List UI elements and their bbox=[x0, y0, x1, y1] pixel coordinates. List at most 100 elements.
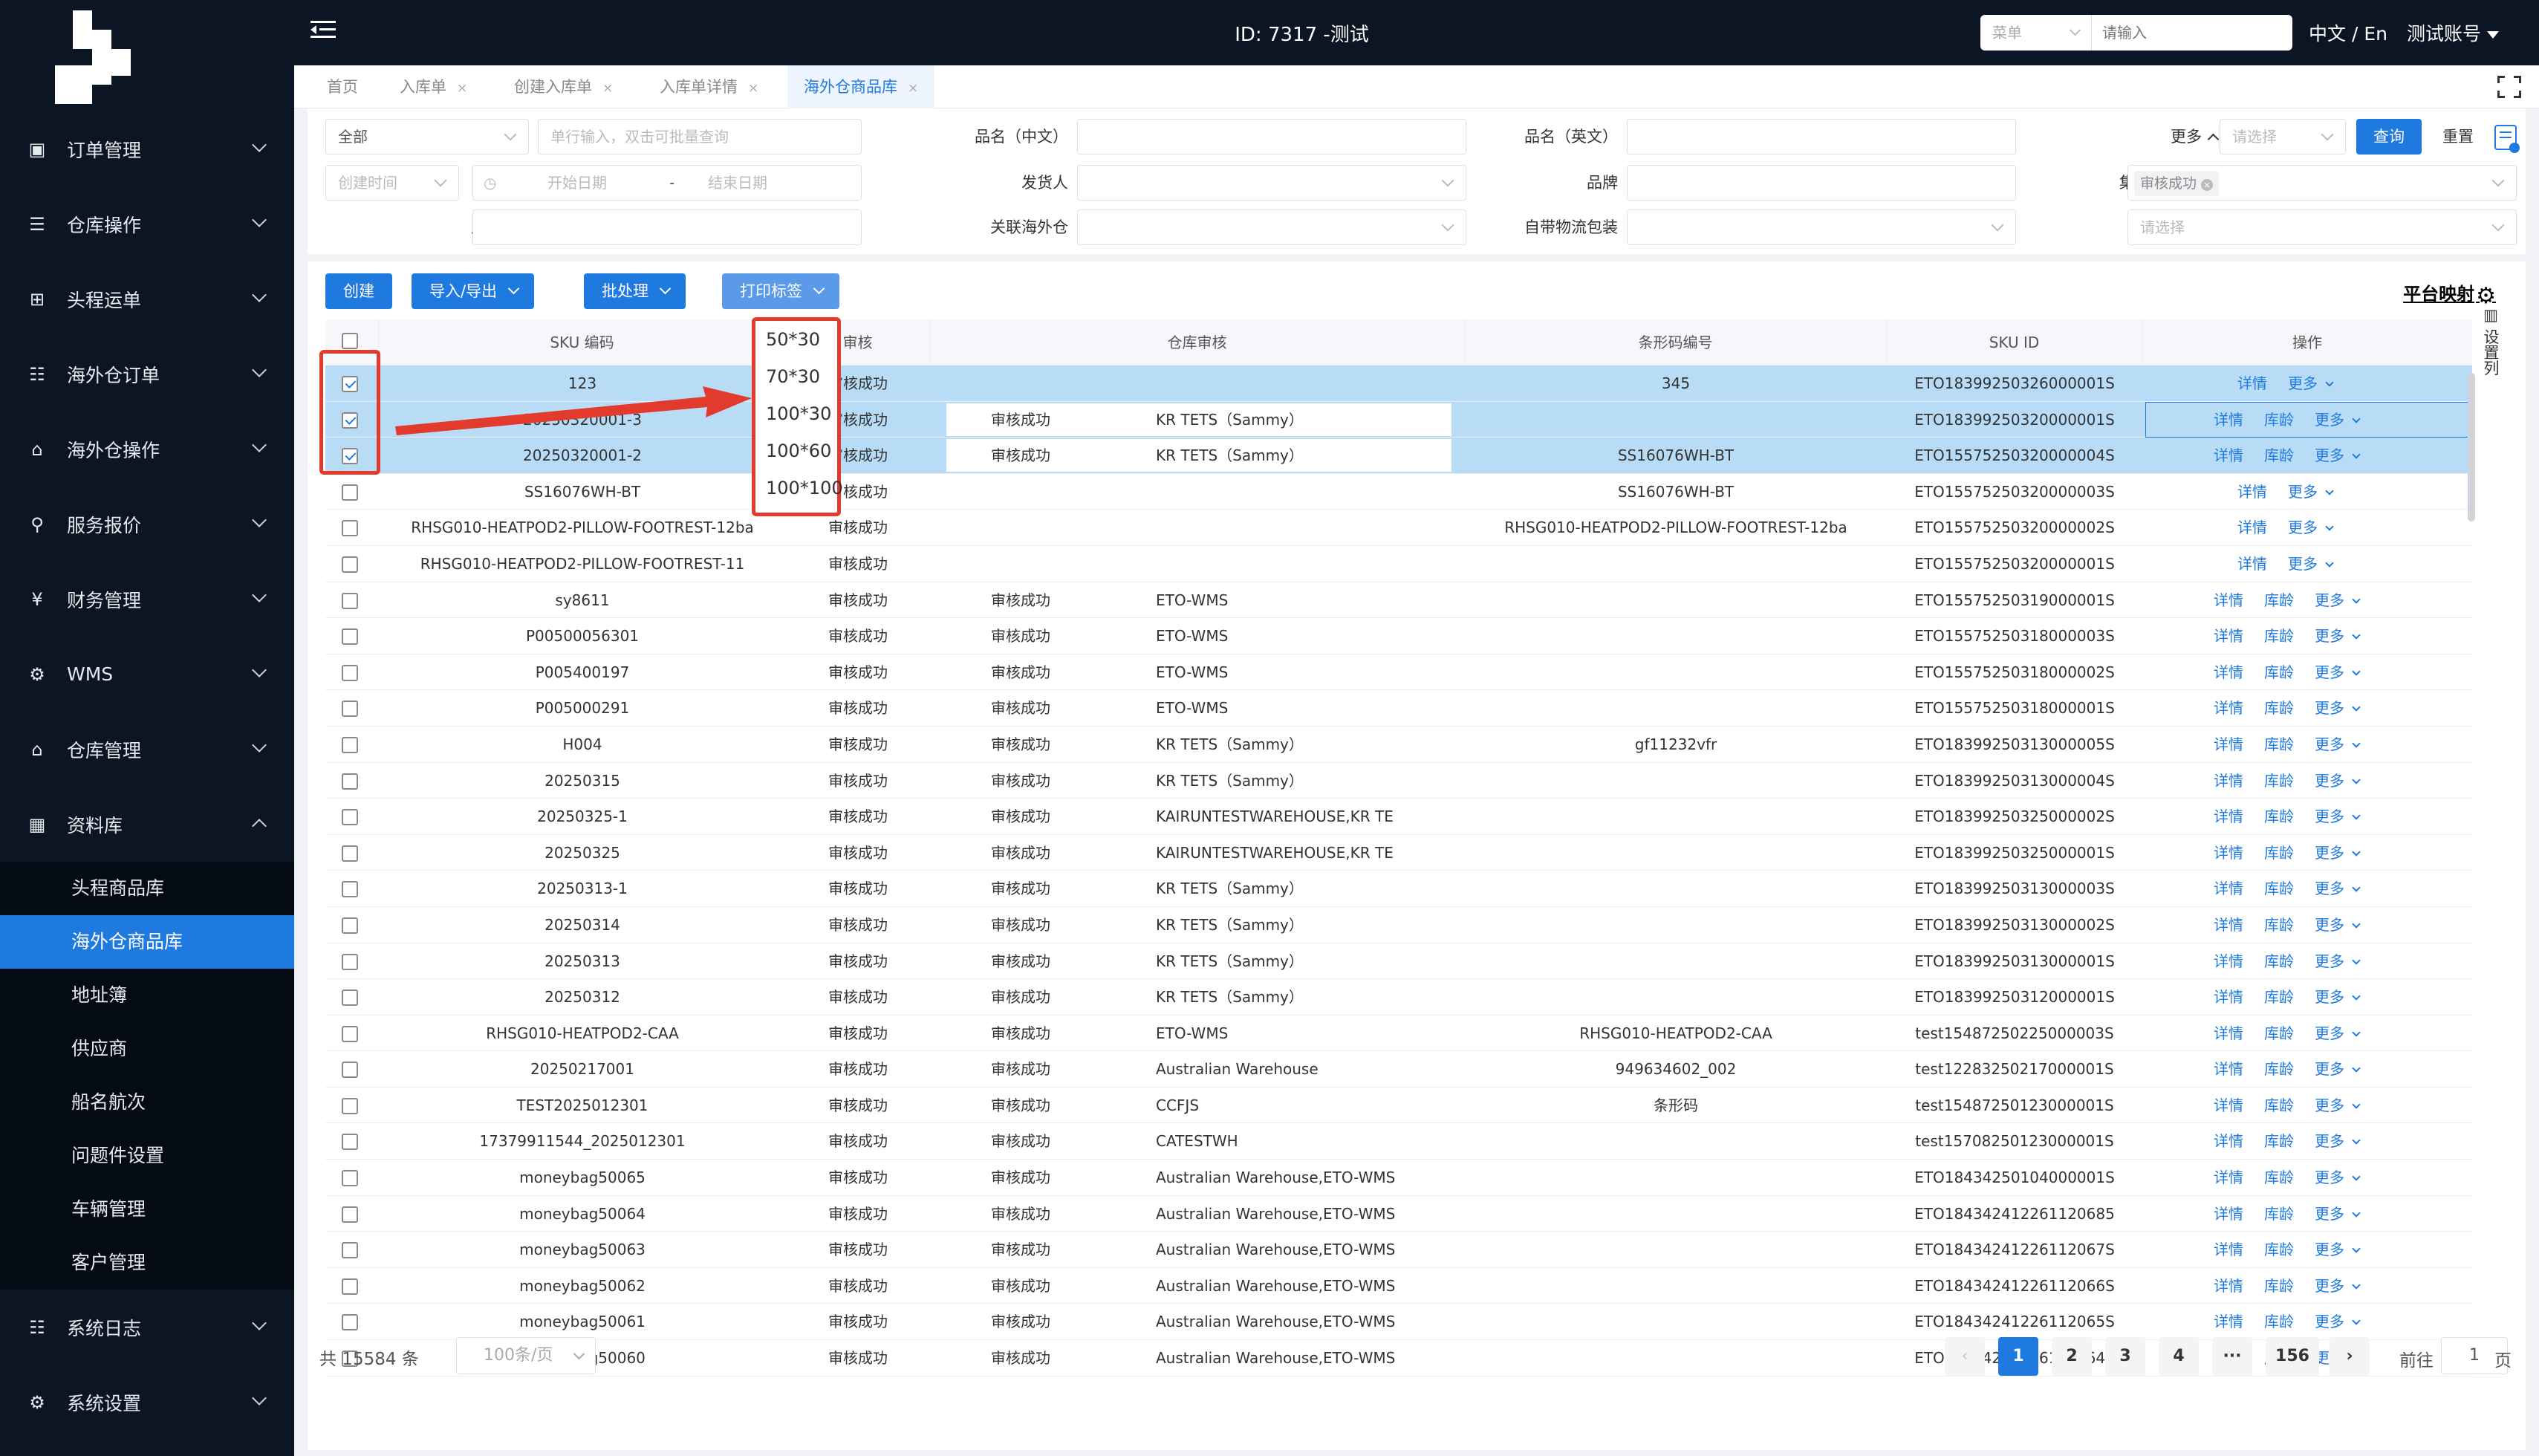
row-checkbox[interactable] bbox=[342, 953, 358, 970]
tab-inbound-detail[interactable]: 入库单详情 × bbox=[660, 65, 758, 108]
sidebar-bottom-item-1[interactable]: ⚙ 系统设置 bbox=[0, 1365, 294, 1440]
sidebar-subitem-4[interactable]: 船名航次 bbox=[0, 1076, 294, 1129]
row-checkbox[interactable] bbox=[342, 1025, 358, 1042]
usage-input[interactable] bbox=[472, 209, 862, 245]
more-link[interactable]: 更多 bbox=[2315, 1241, 2344, 1258]
stock-age-link[interactable]: 库龄 bbox=[2264, 1060, 2294, 1078]
tab-overseas-product-lib[interactable]: 海外仓商品库 × bbox=[787, 65, 935, 108]
detail-link[interactable]: 详情 bbox=[2214, 1169, 2243, 1186]
more-link[interactable]: 更多 bbox=[2315, 627, 2344, 645]
table-row[interactable]: 17379911544_2025012301 审核成功 审核成功 CATESTWH te… bbox=[325, 1123, 2472, 1160]
print-size-option[interactable]: 50*30 bbox=[755, 321, 837, 358]
table-row[interactable]: moneybag50062 审核成功 审核成功 Australian Warehous… bbox=[325, 1268, 2472, 1304]
row-checkbox[interactable] bbox=[342, 1097, 358, 1114]
chevron-down-icon[interactable] bbox=[2352, 1172, 2361, 1181]
stock-age-link[interactable]: 库龄 bbox=[2264, 1024, 2294, 1042]
close-icon[interactable]: × bbox=[602, 81, 613, 96]
stock-age-link[interactable]: 库龄 bbox=[2264, 1132, 2294, 1150]
close-icon[interactable]: × bbox=[908, 81, 918, 96]
detail-link[interactable]: 详情 bbox=[2214, 663, 2243, 681]
end-date[interactable]: 结束日期 bbox=[708, 166, 767, 200]
detail-link[interactable]: 详情 bbox=[2214, 988, 2243, 1006]
column-settings-button[interactable]: ▥ 设置列 bbox=[2480, 306, 2502, 376]
page-2[interactable]: 2 bbox=[2052, 1337, 2092, 1376]
stock-age-link[interactable]: 库龄 bbox=[2264, 952, 2294, 970]
table-row[interactable]: 20250313-1 审核成功 审核成功 KR TETS（Sammy） ETO18399… bbox=[325, 871, 2472, 907]
chevron-down-icon[interactable] bbox=[2352, 1208, 2361, 1218]
detail-link[interactable]: 详情 bbox=[2214, 1060, 2243, 1078]
chevron-down-icon[interactable] bbox=[2352, 811, 2361, 820]
sidebar-subitem-1[interactable]: 海外仓商品库 bbox=[0, 915, 294, 969]
table-row[interactable]: SS16076WH-BT 审核成功 SS16076WH-BT ETO155752503… bbox=[325, 474, 2472, 510]
row-checkbox[interactable] bbox=[342, 1134, 358, 1151]
detail-link[interactable]: 详情 bbox=[2214, 591, 2243, 609]
next-page-button[interactable]: › bbox=[2330, 1337, 2370, 1376]
chevron-down-icon[interactable] bbox=[2352, 1316, 2361, 1326]
table-row[interactable]: 20250315 审核成功 审核成功 KR TETS（Sammy） ETO1839925… bbox=[325, 763, 2472, 799]
row-checkbox[interactable] bbox=[342, 736, 358, 753]
detail-link[interactable]: 详情 bbox=[2214, 1241, 2243, 1258]
print-size-option[interactable]: 70*30 bbox=[755, 358, 837, 395]
date-range-picker[interactable]: ◷ 开始日期 - 结束日期 bbox=[472, 165, 862, 201]
sidebar-subitem-7[interactable]: 客户管理 bbox=[0, 1236, 294, 1290]
chevron-down-icon[interactable] bbox=[2352, 703, 2361, 712]
page-size-select[interactable]: 100条/页 bbox=[456, 1337, 596, 1374]
more-link[interactable]: 更多 bbox=[2315, 1205, 2344, 1223]
sidebar-subitem-5[interactable]: 问题件设置 bbox=[0, 1129, 294, 1183]
tab-home[interactable]: 首页 bbox=[327, 65, 358, 108]
more-link[interactable]: 更多 bbox=[2315, 880, 2344, 897]
sidebar-item-6[interactable]: ¥ 财务管理 bbox=[0, 562, 294, 637]
chevron-down-icon[interactable] bbox=[2352, 992, 2361, 1001]
table-row[interactable]: moneybag50064 审核成功 审核成功 Australian Warehous… bbox=[325, 1196, 2472, 1232]
chevron-down-icon[interactable] bbox=[2352, 1136, 2361, 1145]
more-select[interactable]: 请选择 bbox=[2220, 119, 2346, 155]
stock-age-link[interactable]: 库龄 bbox=[2264, 916, 2294, 934]
chevron-down-icon[interactable] bbox=[2352, 848, 2361, 857]
time-type-select[interactable]: 创建时间 bbox=[325, 165, 459, 201]
sidebar-subitem-2[interactable]: 地址簿 bbox=[0, 969, 294, 1022]
table-row[interactable]: H004 审核成功 审核成功 KR TETS（Sammy） gf11232vfr ETO1… bbox=[325, 727, 2472, 763]
stock-age-link[interactable]: 库龄 bbox=[2264, 807, 2294, 825]
col-sku[interactable]: SKU 编码 bbox=[379, 319, 786, 365]
col-sku-id[interactable]: SKU ID bbox=[1887, 319, 2142, 365]
tab-inbound[interactable]: 入库单 × bbox=[400, 65, 467, 108]
table-row[interactable]: P00500056301 审核成功 审核成功 ETO-WMS ETO1557525031… bbox=[325, 618, 2472, 654]
chevron-down-icon[interactable] bbox=[2325, 522, 2334, 532]
detail-link[interactable]: 详情 bbox=[2214, 880, 2243, 897]
row-checkbox[interactable] bbox=[342, 989, 358, 1007]
page-1[interactable]: 1 bbox=[1998, 1337, 2038, 1376]
vertical-scrollbar[interactable] bbox=[2468, 373, 2475, 521]
shipper-select[interactable] bbox=[1077, 165, 1466, 201]
table-row[interactable]: 20250325 审核成功 审核成功 KAIRUNTESTWAREHOUSE,KR T… bbox=[325, 835, 2472, 871]
row-checkbox[interactable] bbox=[342, 1170, 358, 1187]
page-156[interactable]: 156 bbox=[2266, 1337, 2319, 1376]
more-link[interactable]: 更多 bbox=[2315, 1169, 2344, 1186]
stock-age-link[interactable]: 库龄 bbox=[2264, 446, 2294, 464]
stock-age-link[interactable]: 库龄 bbox=[2264, 1241, 2294, 1258]
stock-age-link[interactable]: 库龄 bbox=[2264, 699, 2294, 717]
detail-link[interactable]: 详情 bbox=[2214, 1096, 2243, 1114]
stock-age-link[interactable]: 库龄 bbox=[2264, 1169, 2294, 1186]
more-filters-toggle[interactable]: 更多 bbox=[2171, 119, 2217, 155]
search-button[interactable]: 查询 bbox=[2356, 119, 2422, 155]
fullscreen-icon[interactable] bbox=[2497, 76, 2521, 98]
row-checkbox[interactable] bbox=[342, 484, 358, 501]
sidebar-item-8[interactable]: ⌂ 仓库管理 bbox=[0, 712, 294, 787]
col-barcode[interactable]: 条形码编号 bbox=[1465, 319, 1887, 365]
more-link[interactable]: 更多 bbox=[2315, 735, 2344, 753]
table-row[interactable]: 20250313 审核成功 审核成功 KR TETS（Sammy） ETO1839925… bbox=[325, 943, 2472, 980]
chevron-down-icon[interactable] bbox=[2352, 631, 2361, 640]
detail-link[interactable]: 详情 bbox=[2214, 916, 2243, 934]
row-checkbox[interactable] bbox=[342, 1062, 358, 1079]
row-checkbox[interactable] bbox=[342, 845, 358, 862]
detail-link[interactable]: 详情 bbox=[2214, 807, 2243, 825]
stock-age-link[interactable]: 库龄 bbox=[2264, 663, 2294, 681]
chevron-down-icon[interactable] bbox=[2352, 450, 2361, 459]
more-link[interactable]: 更多 bbox=[2315, 446, 2344, 464]
chevron-down-icon[interactable] bbox=[2325, 378, 2334, 387]
chevron-down-icon[interactable] bbox=[2352, 1028, 2361, 1037]
table-row[interactable]: TEST2025012301 审核成功 审核成功 CCFJS 条形码 test154872… bbox=[325, 1088, 2472, 1124]
more-link[interactable]: 更多 bbox=[2315, 1132, 2344, 1150]
sidebar-subitem-0[interactable]: 头程商品库 bbox=[0, 862, 294, 915]
chevron-down-icon[interactable] bbox=[2352, 1244, 2361, 1253]
